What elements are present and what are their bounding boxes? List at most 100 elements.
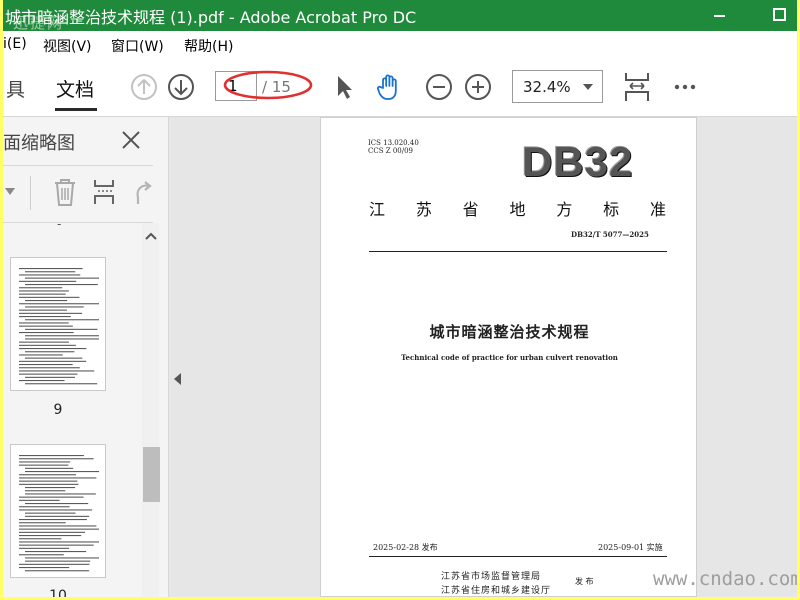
thumb-fragment: - (57, 223, 62, 231)
app-window: 城市暗涵整治技术规程 (1).pdf - Adobe Acrobat Pro D… (3, 0, 797, 597)
thumbnail-text-line (19, 312, 83, 314)
active-tab-indicator (55, 108, 97, 111)
thumbnail-text-line (19, 332, 74, 334)
thumbnail-page-number: 9 (53, 402, 63, 418)
thumbnail-text-line (25, 328, 98, 330)
zoom-out-icon[interactable] (424, 72, 454, 102)
standard-number: DB32/T 5077—2025 (571, 230, 649, 239)
thumbnail-text-line (25, 376, 75, 378)
thumbnail-text-line (19, 554, 64, 556)
thumbnail-text-line (25, 383, 98, 385)
main-toolbar: 具 文档 1 / 15 32.4% (3, 58, 797, 117)
rotate-icon[interactable] (133, 180, 153, 206)
thumbnail-text-line (19, 563, 90, 565)
extract-pages-icon[interactable] (92, 177, 118, 207)
thumbnail-text-line (19, 477, 97, 479)
title-bar: 城市暗涵整治技术规程 (1).pdf - Adobe Acrobat Pro D… (3, 0, 797, 32)
menu-window[interactable]: 窗口(W) (111, 36, 164, 56)
thumbnail-text-line (19, 461, 71, 463)
thumbnail-text-line (19, 325, 73, 327)
issuer-line: 江苏省住房和城乡建设厅 (441, 586, 552, 596)
fit-page-icon[interactable] (620, 70, 654, 104)
sidebar-scrollbar[interactable] (142, 223, 160, 597)
collapse-panel-icon[interactable] (174, 373, 181, 385)
ics-line: ICS 13.020.40 (368, 139, 419, 147)
thumbnail-text-line (19, 296, 80, 298)
thumbnail-text-line (25, 284, 98, 286)
maximize-button[interactable] (768, 4, 790, 26)
chevron-down-icon (583, 84, 593, 90)
zoom-select[interactable]: 32.4% (512, 70, 603, 103)
scrollbar-thumb[interactable] (143, 447, 160, 502)
thumbnail-toolbar (3, 166, 153, 222)
thumbnail-text-line (19, 322, 69, 324)
thumbnail-text-line (19, 303, 99, 305)
thumbnail-text-line (19, 480, 78, 482)
implementation-date: 2025-09-01 实施 (598, 543, 663, 552)
thumbnail-text-line (25, 515, 90, 517)
standard-type-char: 方 (556, 200, 573, 219)
tab-tools[interactable]: 具 (6, 75, 25, 102)
thumbnail-text-line (25, 471, 99, 473)
standard-type-char: 省 (462, 200, 479, 219)
thumbnail-text-line (25, 300, 68, 302)
close-icon[interactable] (120, 129, 142, 151)
hand-icon[interactable] (374, 72, 404, 102)
standard-type-char: 准 (649, 200, 666, 219)
menu-bar: i(E) 视图(V) 窗口(W) 帮助(H) (3, 31, 797, 58)
thumbnail-text-line (19, 496, 84, 498)
thumbnail-text-line (19, 360, 87, 362)
thumbnail-text-line (25, 277, 99, 279)
arrow-up-circle-icon[interactable] (129, 72, 159, 102)
standard-type-char: 苏 (415, 200, 432, 219)
thumbnail-text-line (19, 341, 69, 343)
thumbnail-text-line (25, 560, 91, 562)
thumbnail-text-line (19, 483, 79, 485)
db32-logo: DB32 (522, 138, 634, 185)
thumbnail-text-line (19, 522, 66, 524)
minimize-button[interactable] (708, 4, 730, 26)
thumbnail-text-line (25, 512, 76, 514)
thumbnail-panel: 面缩略图 - 9 10 (3, 117, 169, 597)
thumbnail-text-line (19, 547, 70, 549)
chevron-up-icon[interactable] (144, 231, 158, 241)
thumbnail-text-line (25, 338, 99, 340)
watermark-overlay-top: 迅捷网 (13, 14, 65, 32)
thumbnail-text-line (19, 567, 70, 569)
menu-help[interactable]: 帮助(H) (184, 36, 233, 56)
dropdown-caret-icon[interactable] (5, 188, 15, 196)
thumbnail-text-line (25, 503, 89, 505)
site-watermark: www.cndao.com (653, 568, 797, 590)
pointer-icon[interactable] (329, 72, 359, 102)
more-icon[interactable] (670, 72, 700, 102)
thumbnail-text-line (19, 458, 94, 460)
document-subtitle: Technical code of practice for urban cul… (401, 353, 618, 362)
document-viewport[interactable]: ICS 13.020.40 CCS Z 00/09 DB32 江 苏 省 地 方… (169, 117, 797, 597)
arrow-down-circle-icon[interactable] (166, 72, 196, 102)
thumbnail-text-line (19, 506, 70, 508)
thumbnail-text-line (19, 290, 69, 292)
top-rule (369, 251, 667, 252)
trash-icon[interactable] (52, 177, 78, 207)
thumbnail-text-line (19, 280, 77, 282)
thumbnail-list[interactable]: - 9 10 (3, 223, 141, 597)
zoom-in-icon[interactable] (463, 72, 493, 102)
page-thumbnail-9[interactable] (10, 257, 106, 391)
thumbnail-text-line (25, 271, 76, 273)
thumbnail-text-line (19, 474, 76, 476)
thumbnail-text-line (19, 535, 82, 537)
thumbnail-text-line (19, 544, 94, 546)
menu-edit[interactable]: i(E) (3, 36, 27, 52)
zoom-value: 32.4% (523, 78, 571, 96)
thumbnail-text-line (19, 519, 87, 521)
page-thumbnail-10[interactable] (10, 444, 106, 578)
menu-view[interactable]: 视图(V) (43, 36, 92, 56)
thumbnail-text-line (19, 455, 84, 457)
thumbnail-text-line (19, 344, 76, 346)
thumbnail-text-line (19, 380, 65, 382)
tab-document[interactable]: 文档 (56, 75, 94, 102)
thumbnail-text-line (25, 557, 99, 559)
thumbnail-text-line (19, 354, 63, 356)
publish-label: 发 布 (575, 577, 594, 586)
thumbnail-text-line (19, 309, 67, 311)
